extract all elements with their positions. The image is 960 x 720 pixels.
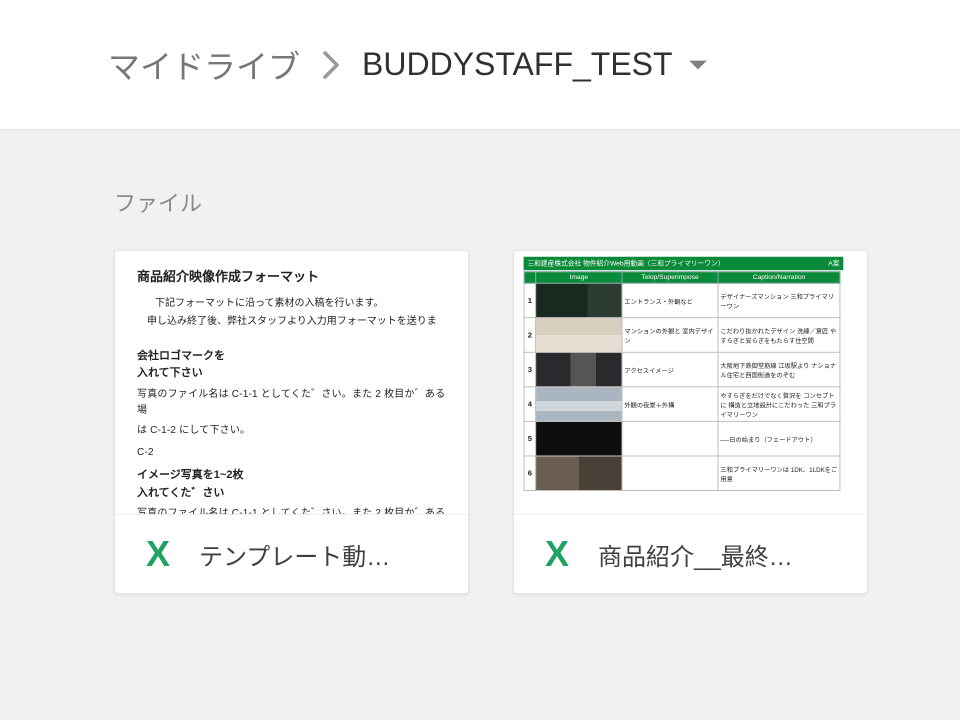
thumb-line: 写真のファイル名は C-1-1 としてくた゛さい。また 2 枚目か゛ある場 xyxy=(137,387,446,419)
thumb-line: 入れてくた゛さい xyxy=(137,485,446,503)
breadcrumb-current-label: BUDDYSTAFF_TEST xyxy=(362,46,673,83)
thumb-line: は C-1-2 にして下さい。 xyxy=(137,423,446,439)
file-name: 商品紹介__最終… xyxy=(598,537,845,572)
file-name: テンプレート動… xyxy=(199,537,446,572)
header-bar: マイドライブ BUDDYSTAFF_TEST xyxy=(0,0,960,130)
thumb-line: 入れて下さい xyxy=(137,365,446,383)
thumb-title: 商品紹介映像作成フォーマット xyxy=(137,267,446,288)
th xyxy=(524,272,536,284)
file-thumbnail: 三和建産株式会社 物件紹介Web用動画（三和プライマリーワン） A案 Image… xyxy=(514,251,867,515)
thumb-table: Image Telop/Superimpose Caption/Narratio… xyxy=(524,271,841,491)
sheets-icon: X xyxy=(137,533,175,575)
file-grid: 商品紹介映像作成フォーマット 下記フォーマットに沿って素材の入稿を行います。 申… xyxy=(0,226,960,594)
table-row: 1エントランス・外観などデザイナーズマンション 三和プライマリーワン xyxy=(524,283,840,318)
breadcrumb: マイドライブ BUDDYSTAFF_TEST xyxy=(108,42,709,88)
file-card[interactable]: 三和建産株式会社 物件紹介Web用動画（三和プライマリーワン） A案 Image… xyxy=(513,250,868,594)
file-card-footer: X テンプレート動… xyxy=(115,515,468,593)
thumb-bar-left: 三和建産株式会社 物件紹介Web用動画（三和プライマリーワン） xyxy=(527,259,724,269)
thumb-line: 下記フォーマットに沿って素材の入稿を行います。 xyxy=(137,296,446,312)
breadcrumb-current[interactable]: BUDDYSTAFF_TEST xyxy=(362,46,709,83)
thumb-line: イメージ写真を1~2枚 xyxy=(137,467,446,485)
thumb-line: 申し込み終了後、弊社スタッフより入力用フォーマットを送りま xyxy=(137,314,446,330)
sheets-icon: X xyxy=(536,533,574,575)
thumb-line: 写真のファイル名は C-1-1 としてくた゛さい。また 2 枚目か゛ある場 xyxy=(137,506,446,515)
caret-down-icon xyxy=(687,58,709,72)
breadcrumb-root[interactable]: マイドライブ xyxy=(108,42,300,88)
th: Image xyxy=(536,272,622,284)
file-thumbnail: 商品紹介映像作成フォーマット 下記フォーマットに沿って素材の入稿を行います。 申… xyxy=(115,251,468,515)
file-card[interactable]: 商品紹介映像作成フォーマット 下記フォーマットに沿って素材の入稿を行います。 申… xyxy=(114,250,469,594)
table-row: 2マンションの外観と 室内デザインこだわり抜かれたデザイン 洗練／意匠 やすらぎ… xyxy=(524,318,840,353)
th: Caption/Narration xyxy=(718,272,840,284)
thumb-bar-right: A案 xyxy=(828,259,839,269)
chevron-right-icon xyxy=(322,50,340,80)
table-row: 6三和プライマリーワンは 1DK、1LDKをご用意 xyxy=(524,456,840,491)
table-row: 5──日の始まり（フェードアウト） xyxy=(524,421,840,456)
table-row: 4外観の夜景＋外構やすらぎをだけでなく贅沢を コンセプトに 構造と立地設計にこだ… xyxy=(524,387,840,422)
th: Telop/Superimpose xyxy=(622,272,718,284)
file-card-footer: X 商品紹介__最終… xyxy=(514,515,867,593)
thumb-line: C-2 xyxy=(137,445,446,461)
thumb-line: 会社ロゴマークを xyxy=(137,348,446,366)
table-row: 3アクセスイメージ大阪地下鉄御堂筋線 江坂駅より ナショナル住宅と西国街道をのぞ… xyxy=(524,352,840,387)
section-label-files: ファイル xyxy=(0,130,960,226)
